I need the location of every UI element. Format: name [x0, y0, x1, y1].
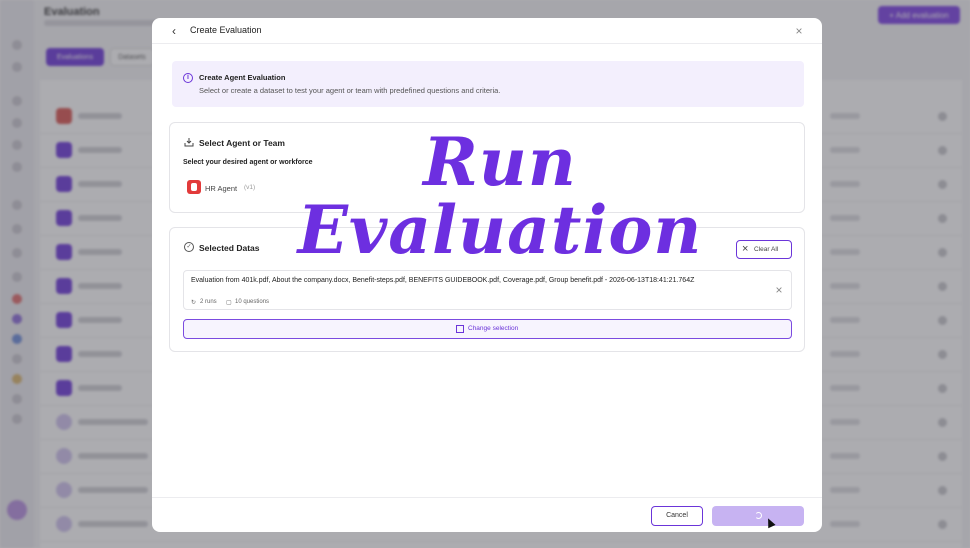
remove-dataset-icon[interactable]: × — [773, 284, 785, 296]
modal-header: ‹ Create Evaluation × — [152, 18, 822, 44]
cancel-button[interactable]: Cancel — [651, 506, 703, 526]
back-button[interactable]: ‹ — [172, 24, 186, 38]
change-selection-label: Change selection — [468, 325, 519, 332]
headline-line-1: Run — [423, 123, 577, 201]
info-icon: i — [183, 73, 193, 83]
info-title: Create Agent Evaluation — [199, 73, 286, 82]
dataset-questions: 10 questions — [235, 299, 270, 305]
info-description: Select or create a dataset to test your … — [199, 86, 501, 95]
chat-bubble-icon: ▢ — [226, 300, 232, 306]
agent-name[interactable]: HR Agent — [205, 184, 237, 193]
modal-title: Create Evaluation — [190, 25, 262, 35]
close-icon[interactable]: × — [792, 25, 806, 39]
run-evaluation-button[interactable] — [712, 506, 804, 526]
download-tray-icon — [184, 138, 194, 147]
agent-avatar-icon — [187, 180, 201, 194]
dataset-name: Evaluation from 401k.pdf, About the comp… — [191, 277, 695, 284]
headline-overlay: Run Evaluation — [240, 128, 760, 264]
selected-dataset-item: Evaluation from 401k.pdf, About the comp… — [183, 270, 792, 310]
check-circle-icon: ✓ — [184, 242, 194, 252]
modal-footer: Cancel — [152, 497, 822, 532]
create-evaluation-modal: ‹ Create Evaluation × i Create Agent Eva… — [152, 18, 822, 532]
refresh-icon: ↻ — [191, 300, 197, 306]
dataset-runs: 2 runs — [200, 299, 217, 305]
headline-line-2: Evaluation — [297, 191, 703, 269]
grid-icon — [456, 325, 464, 333]
loading-spinner-icon — [755, 512, 762, 519]
change-selection-button[interactable]: Change selection — [183, 319, 792, 339]
info-banner: i Create Agent Evaluation Select or crea… — [172, 61, 804, 107]
